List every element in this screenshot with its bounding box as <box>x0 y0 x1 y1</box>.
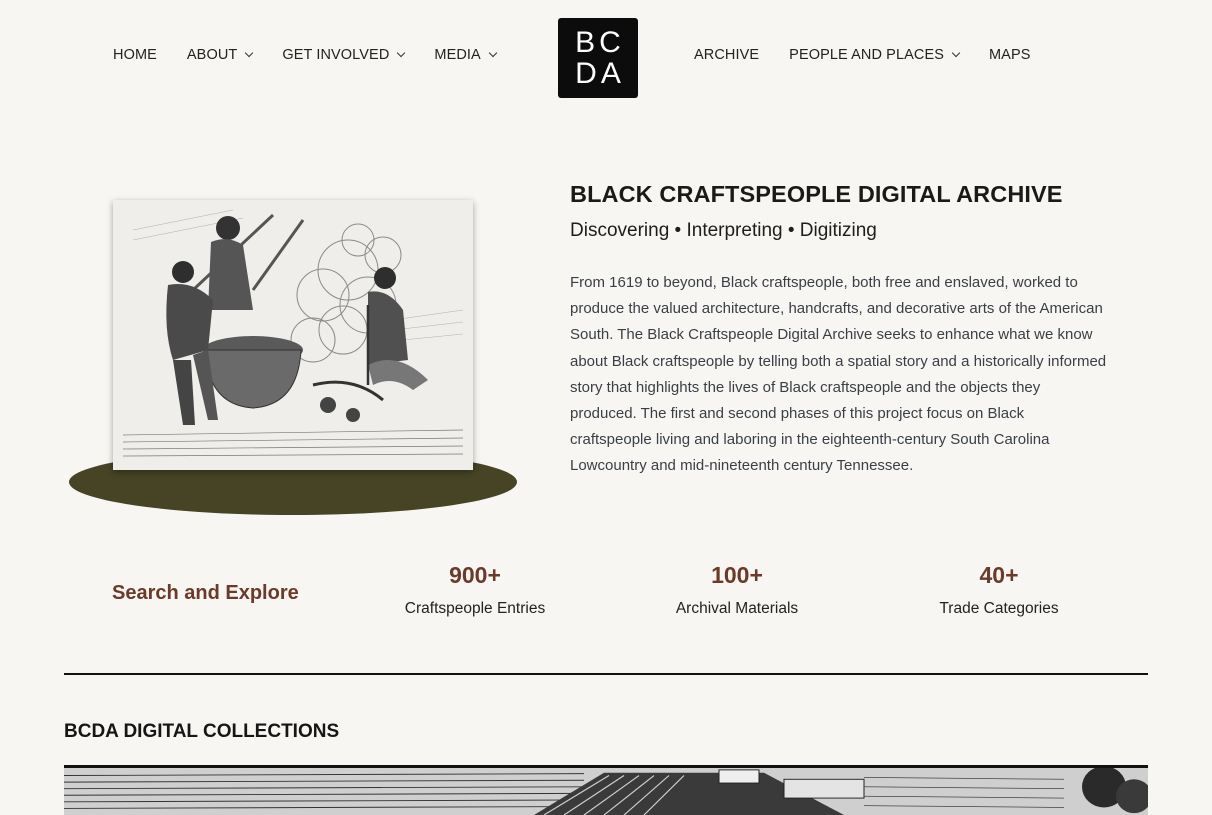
nav-get-involved[interactable]: GET INVOLVED <box>282 47 406 63</box>
collection-banner-image[interactable] <box>64 765 1148 815</box>
nav-media-label: MEDIA <box>434 47 481 63</box>
stat-number: 40+ <box>979 562 1019 588</box>
hero-subtitle: Discovering • Interpreting • Digitizing <box>570 220 877 241</box>
nav-people-and-places-label: PEOPLE AND PLACES <box>789 47 944 63</box>
stat-number: 100+ <box>711 562 763 588</box>
stat-craftspeople-entries: 900+ Craftspeople Entries <box>345 562 605 618</box>
section-divider <box>64 673 1148 675</box>
primary-nav-left: HOME ABOUT GET INVOLVED MEDIA <box>113 47 526 63</box>
stat-label: Trade Categories <box>939 600 1059 617</box>
site-logo[interactable]: BC DA <box>558 18 638 98</box>
chevron-down-icon <box>951 48 961 58</box>
chevron-down-icon <box>397 48 406 58</box>
nav-home-label: HOME <box>113 47 157 63</box>
engraving-image <box>113 200 473 470</box>
nav-about[interactable]: ABOUT <box>186 47 254 63</box>
stat-archival-materials: 100+ Archival Materials <box>607 562 867 618</box>
logo-line-1: BC <box>575 26 625 59</box>
hero-illustration <box>66 196 518 520</box>
hero-description: From 1619 to beyond, Black craftspeople,… <box>570 274 1107 475</box>
nav-home[interactable]: HOME <box>113 47 157 63</box>
nav-about-label: ABOUT <box>186 47 238 63</box>
stat-label: Craftspeople Entries <box>404 600 546 617</box>
logo-line-2: DA <box>575 57 625 90</box>
stat-label: Archival Materials <box>675 600 799 617</box>
nav-archive[interactable]: ARCHIVE <box>694 47 759 63</box>
chevron-down-icon <box>488 48 498 58</box>
nav-get-involved-label: GET INVOLVED <box>282 47 390 63</box>
primary-nav-right: ARCHIVE PEOPLE AND PLACES MAPS <box>694 47 1061 63</box>
chevron-down-icon <box>245 48 254 58</box>
nav-maps-label: MAPS <box>989 47 1031 63</box>
collections-heading: BCDA DIGITAL COLLECTIONS <box>64 721 340 742</box>
nav-media[interactable]: MEDIA <box>434 47 498 63</box>
stat-number: 900+ <box>449 562 501 588</box>
search-and-explore-link[interactable]: Search and Explore <box>112 582 299 605</box>
nav-maps[interactable]: MAPS <box>989 47 1031 63</box>
nav-people-and-places[interactable]: PEOPLE AND PLACES <box>789 47 961 63</box>
nav-archive-label: ARCHIVE <box>694 47 760 63</box>
stat-trade-categories: 40+ Trade Categories <box>869 562 1129 618</box>
hero-title: BLACK CRAFTSPEOPLE DIGITAL ARCHIVE <box>570 181 1063 207</box>
